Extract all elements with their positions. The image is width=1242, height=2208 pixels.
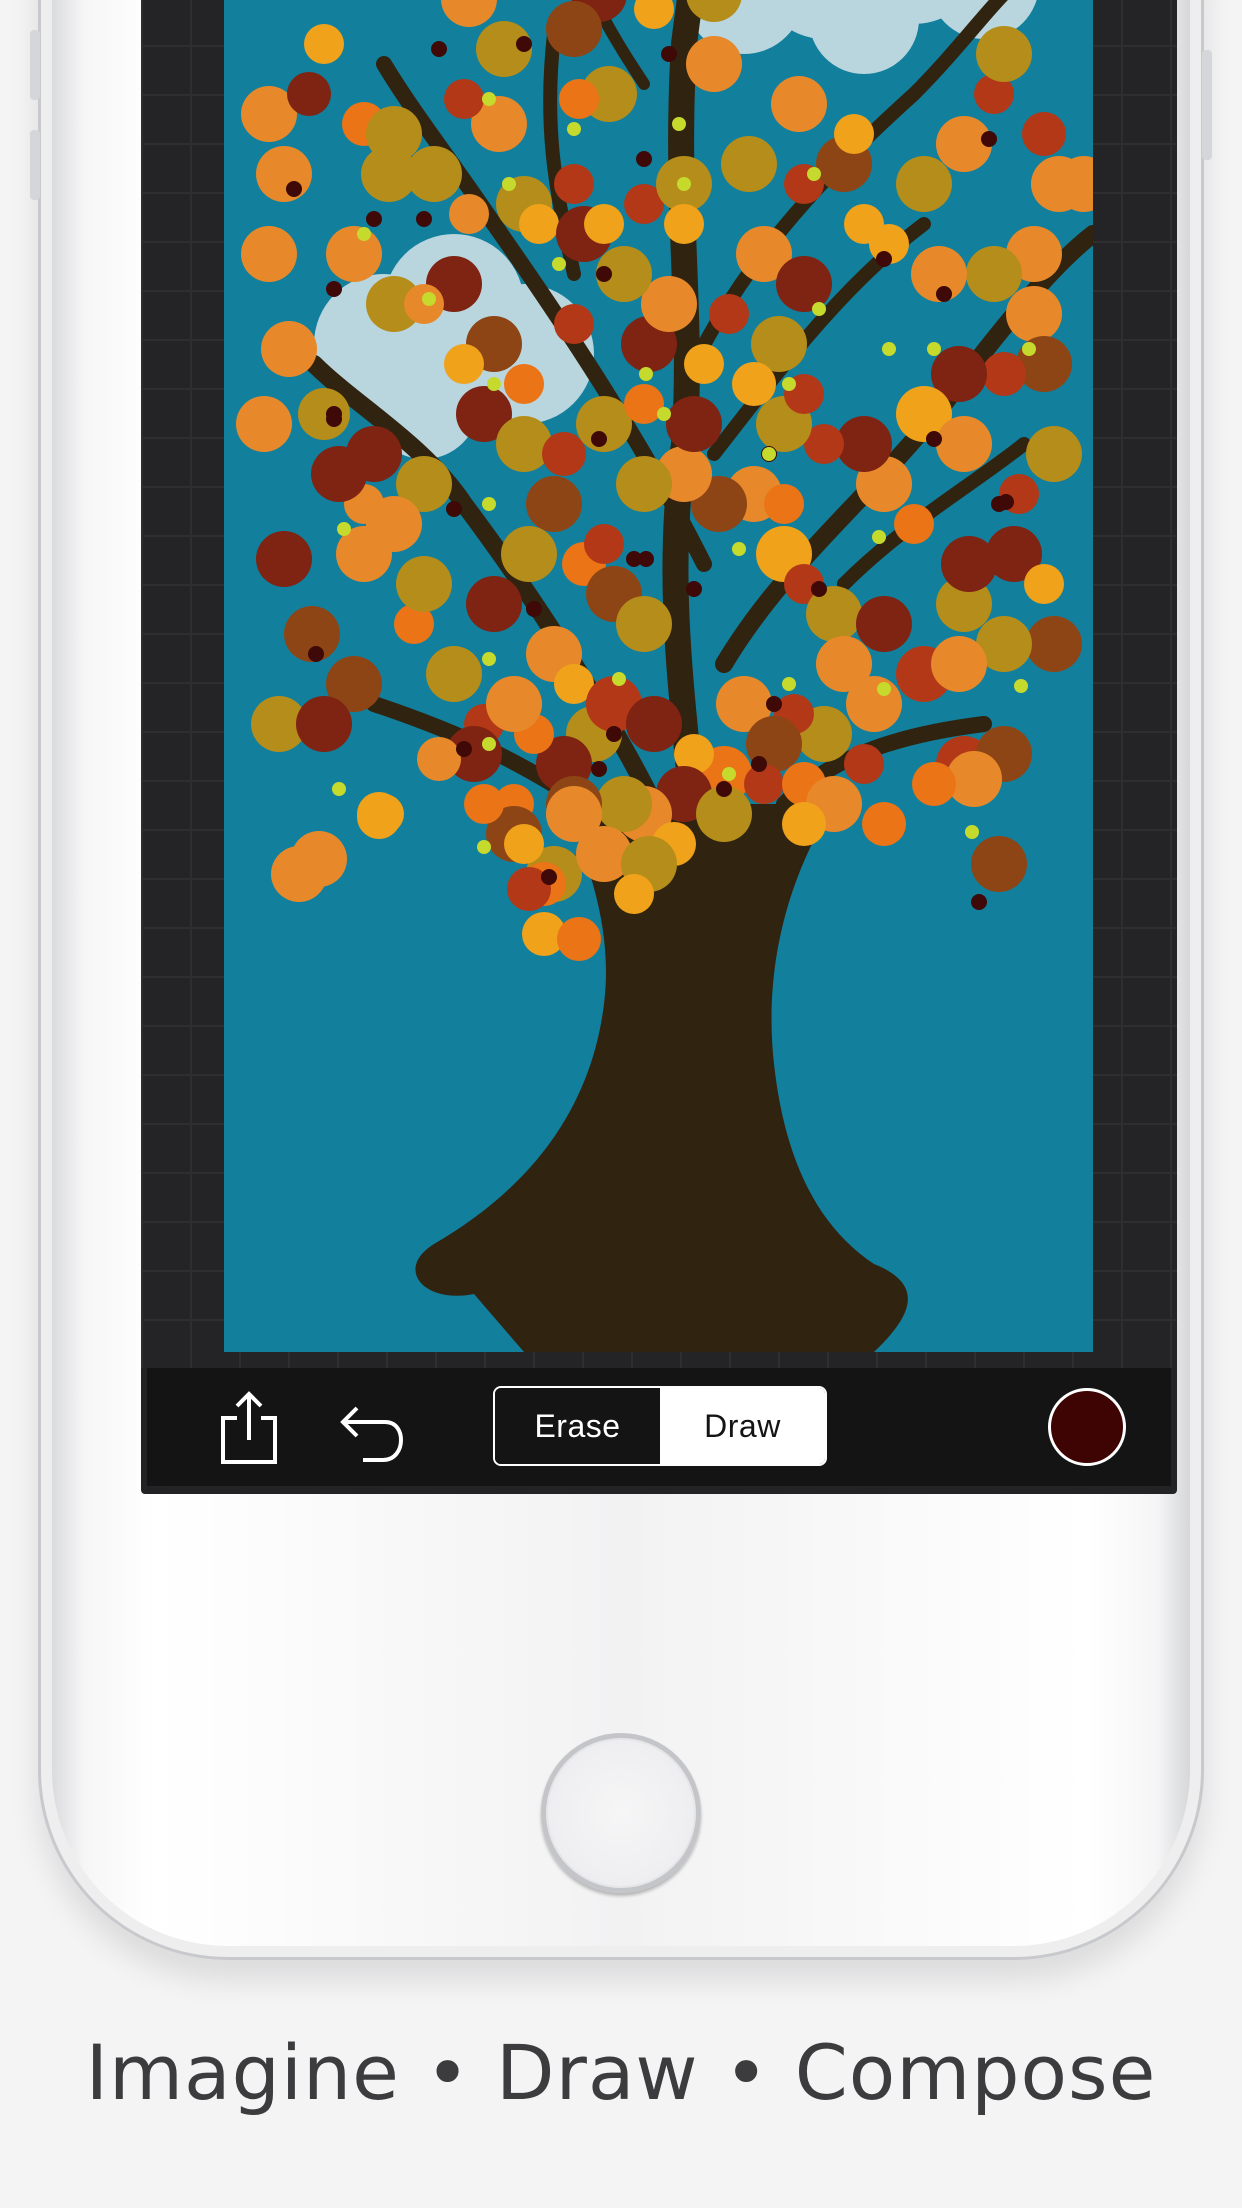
draw-mode-button[interactable]: Draw bbox=[660, 1388, 825, 1464]
bottom-toolbar: Erase Draw bbox=[147, 1368, 1171, 1486]
undo-icon bbox=[340, 1406, 404, 1462]
tagline: Imagine • Draw • Compose bbox=[85, 2028, 1157, 2117]
mode-segmented-control: Erase Draw bbox=[493, 1386, 827, 1466]
share-button[interactable] bbox=[209, 1388, 289, 1468]
volume-down-button bbox=[30, 130, 40, 200]
color-picker-button[interactable] bbox=[1048, 1388, 1126, 1466]
undo-button[interactable] bbox=[327, 1388, 407, 1468]
share-icon bbox=[221, 1391, 277, 1464]
volume-up-button bbox=[30, 30, 40, 100]
home-button bbox=[541, 1733, 701, 1893]
drawing-canvas[interactable] bbox=[224, 0, 1093, 1352]
erase-mode-button[interactable]: Erase bbox=[495, 1388, 660, 1464]
phone-frame: Erase Draw bbox=[30, 0, 1212, 1960]
app-screen: Erase Draw bbox=[141, 0, 1177, 1494]
power-button bbox=[1202, 50, 1212, 160]
